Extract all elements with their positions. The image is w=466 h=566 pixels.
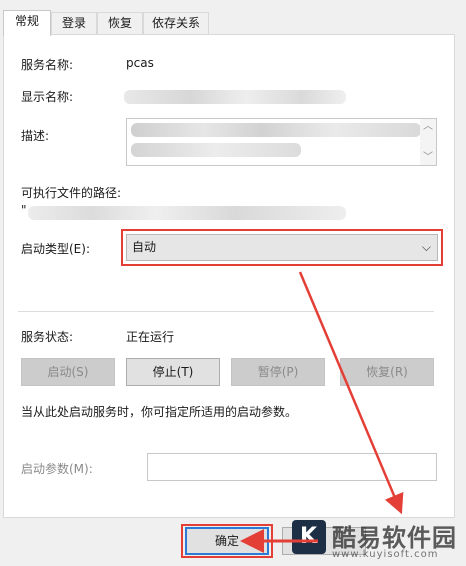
start-params-input[interactable] <box>147 453 437 481</box>
tab-dependencies[interactable]: 依存关系 <box>143 12 209 34</box>
separator <box>18 311 434 312</box>
exe-path-quote: " <box>21 203 27 217</box>
start-button[interactable]: 启动(S) <box>21 358 115 386</box>
description-scrollbar[interactable]: ︿ ﹀ <box>420 119 436 165</box>
start-params-label: 启动参数(M): <box>21 462 93 476</box>
general-panel <box>3 34 455 518</box>
tab-logon[interactable]: 登录 <box>51 12 97 34</box>
chevron-down-icon[interactable]: ⌵ <box>422 235 431 260</box>
service-name-label: 服务名称: <box>21 58 74 72</box>
pause-button[interactable]: 暂停(P) <box>231 358 325 386</box>
exe-path-redacted <box>28 206 346 220</box>
resume-button[interactable]: 恢复(R) <box>340 358 434 386</box>
startup-type-label: 启动类型(E): <box>21 242 90 256</box>
tab-recovery[interactable]: 恢复 <box>97 12 143 34</box>
description-box[interactable]: ︿ ﹀ <box>126 118 437 166</box>
description-label: 描述: <box>21 129 50 143</box>
watermark-text: 酷易软件园 <box>332 524 457 552</box>
exe-path-label: 可执行文件的路径: <box>21 186 122 200</box>
watermark-subtext: www.kuyisoft.com <box>332 549 439 560</box>
service-status-label: 服务状态: <box>21 330 74 344</box>
tab-general[interactable]: 常规 <box>3 10 51 36</box>
service-status-value: 正在运行 <box>126 330 175 344</box>
stop-button[interactable]: 停止(T) <box>126 358 220 386</box>
scroll-up-icon[interactable]: ︿ <box>423 122 433 132</box>
description-redacted-line-2 <box>131 143 301 157</box>
watermark-logo: K <box>292 520 326 554</box>
watermark: K 酷易软件园 www.kuyisoft.com <box>292 516 464 564</box>
watermark-logo-letter: K <box>300 524 318 549</box>
display-name-value-redacted <box>124 90 346 104</box>
startup-type-highlight: 自动 ⌵ <box>121 229 443 266</box>
startup-type-value: 自动 <box>132 240 157 254</box>
description-redacted-line-1 <box>131 123 421 137</box>
startup-type-select[interactable]: 自动 ⌵ <box>126 234 438 261</box>
scroll-down-icon[interactable]: ﹀ <box>423 153 433 163</box>
display-name-label: 显示名称: <box>21 90 74 104</box>
service-name-value: pcas <box>126 56 154 70</box>
ok-button[interactable]: 确定 <box>185 527 269 555</box>
tab-bar: 常规 登录 恢复 依存关系 <box>0 0 466 36</box>
start-params-hint: 当从此处启动服务时，你可指定所适用的启动参数。 <box>21 405 298 419</box>
